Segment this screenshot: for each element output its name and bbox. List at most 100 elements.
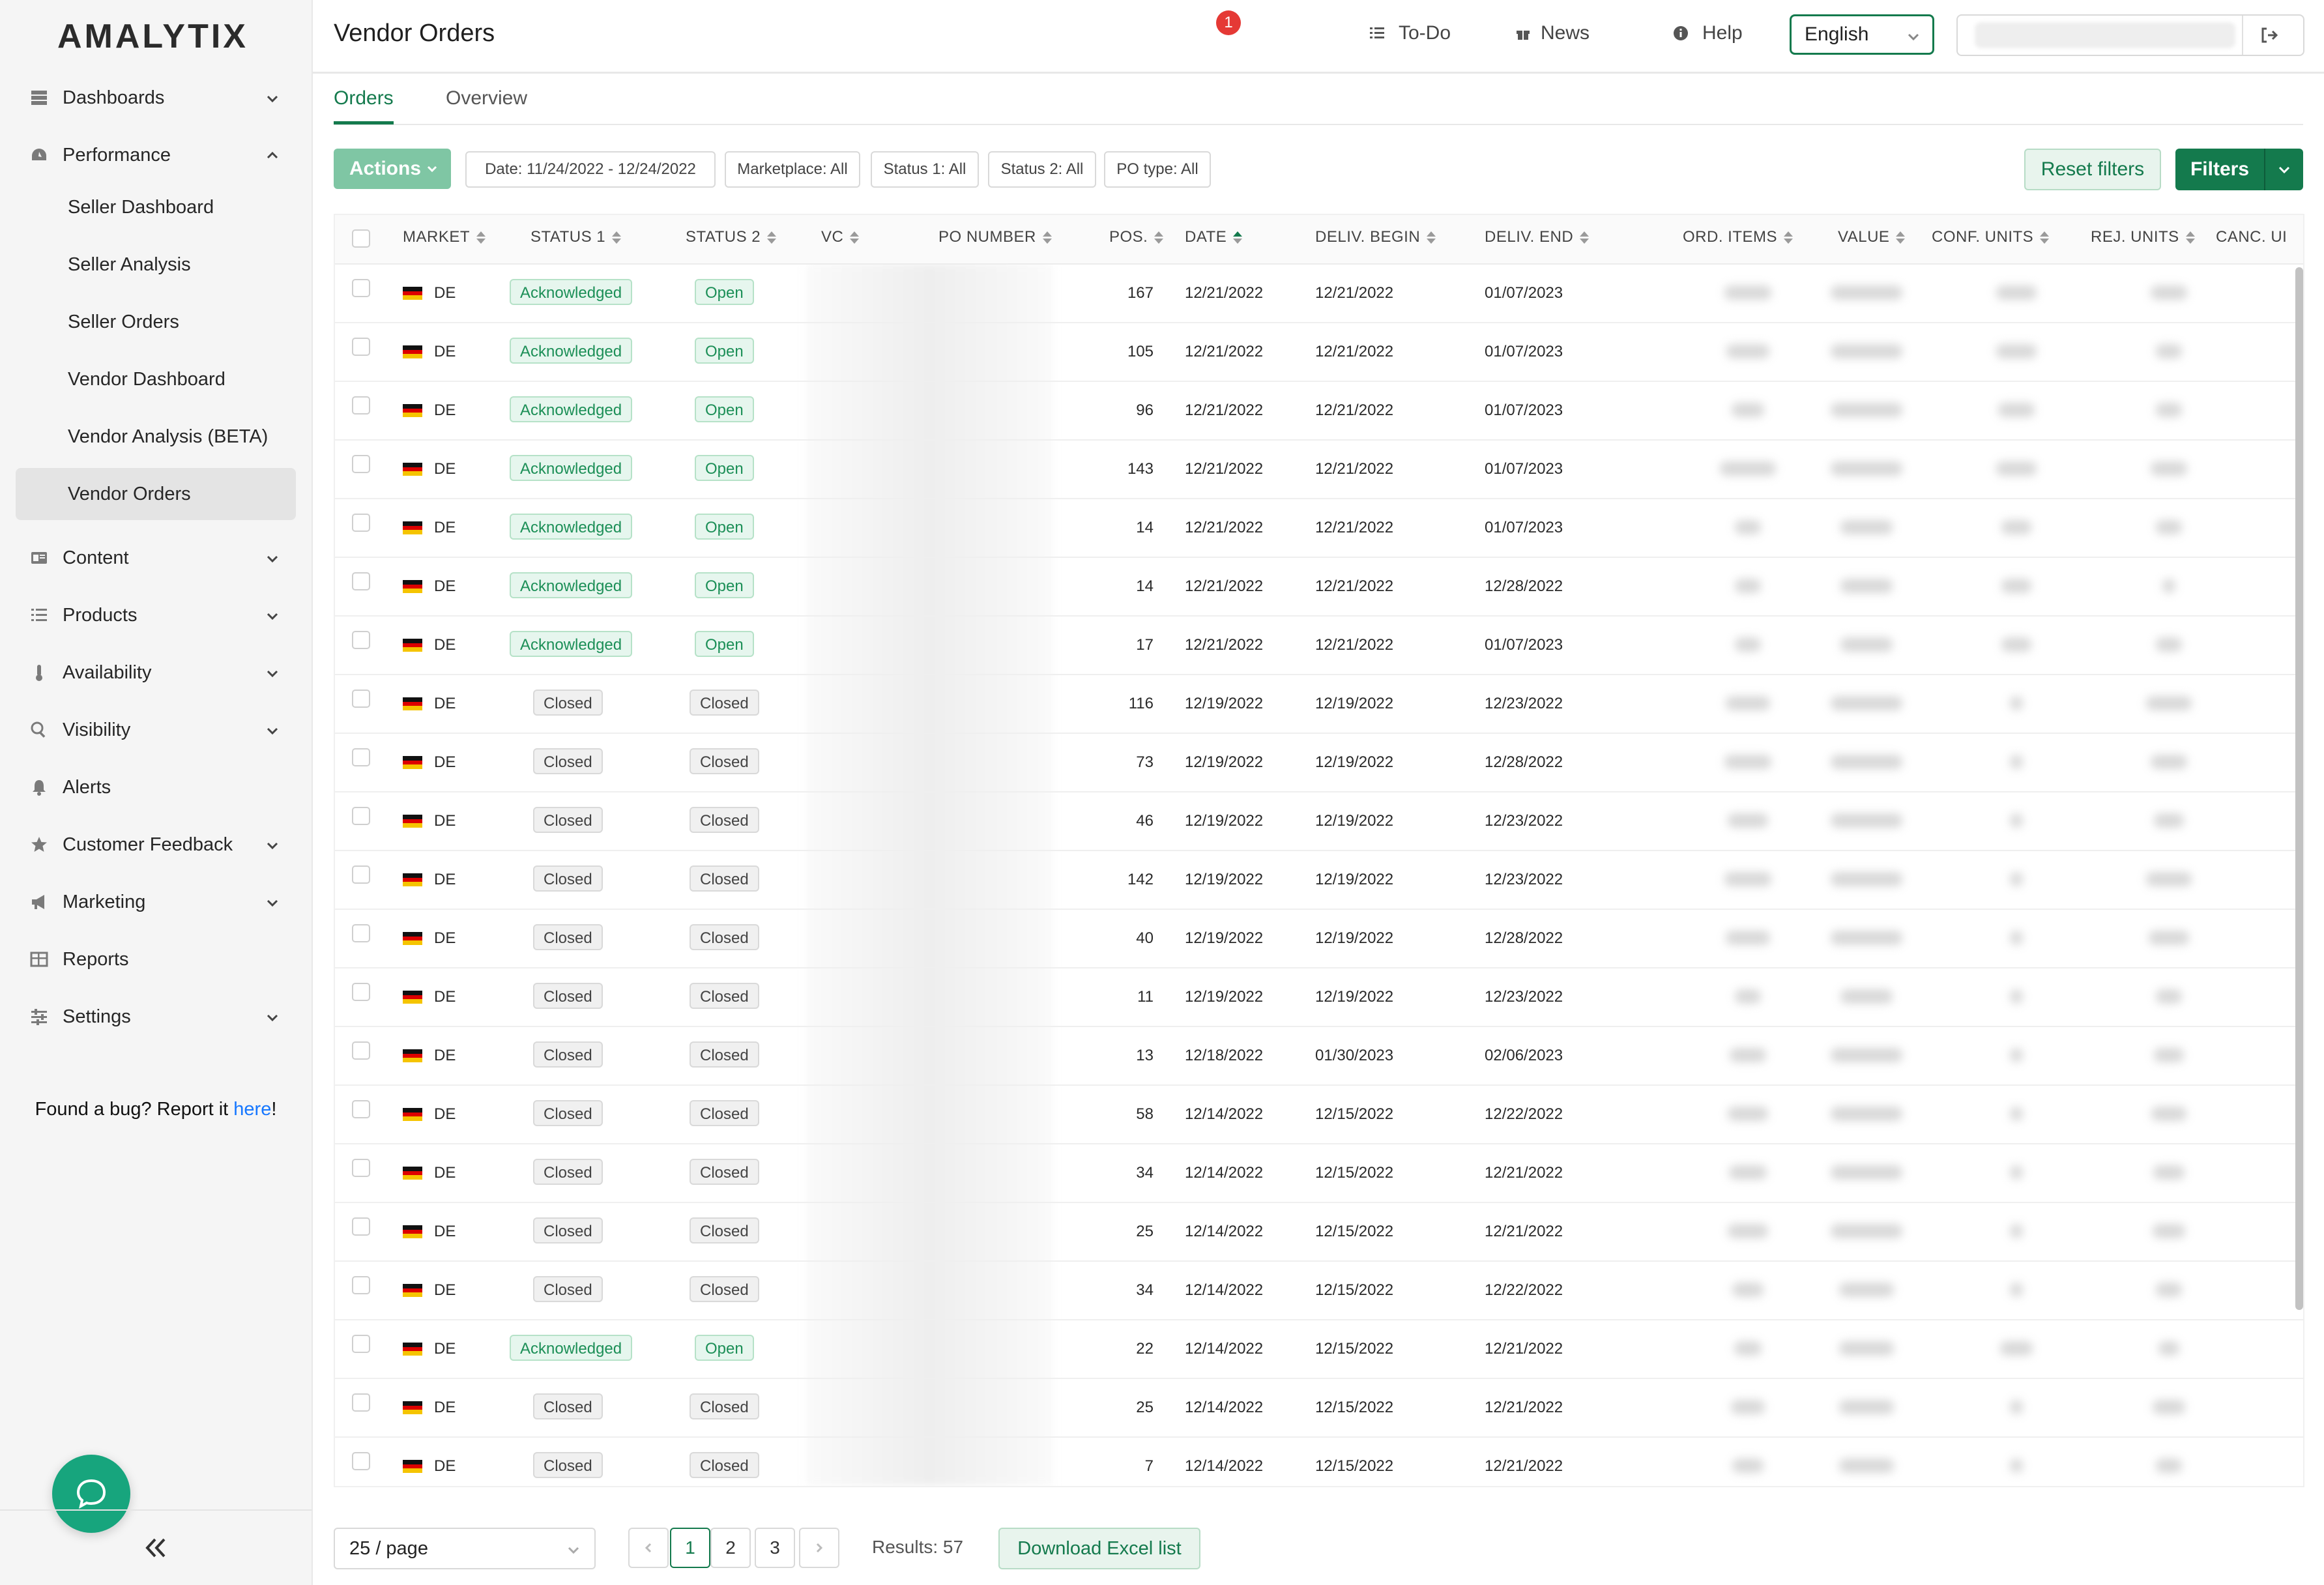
prev-page-button[interactable] — [628, 1528, 669, 1568]
row-checkbox[interactable] — [352, 983, 370, 1001]
status1-filter-chip[interactable]: Status 1: All — [871, 151, 979, 188]
sidebar-subitem-seller-dashboard[interactable]: Seller Dashboard — [16, 181, 296, 233]
download-excel-button[interactable]: Download Excel list — [998, 1528, 1200, 1569]
sort-icon[interactable] — [1233, 231, 1243, 244]
table-row[interactable]: DE Acknowledged Open 167 12/21/2022 12/21/202… — [335, 263, 2303, 323]
row-checkbox[interactable] — [352, 1041, 370, 1060]
table-row[interactable]: DE Acknowledged Open 14 12/21/2022 12/21/2022… — [335, 557, 2303, 617]
table-row[interactable]: DE Closed Closed 25 12/14/2022 12/15/2022 12/2… — [335, 1202, 2303, 1262]
table-row[interactable]: DE Closed Closed 40 12/19/2022 12/19/2022 12/2… — [335, 909, 2303, 968]
row-checkbox[interactable] — [352, 1217, 370, 1236]
table-row[interactable]: DE Closed Closed 7 12/14/2022 12/15/2022 12/21… — [335, 1436, 2303, 1486]
table-row[interactable]: DE Acknowledged Open 22 12/14/2022 12/15/2022… — [335, 1319, 2303, 1379]
po-type-filter-chip[interactable]: PO type: All — [1104, 151, 1211, 188]
sidebar-subitem-seller-analysis[interactable]: Seller Analysis — [16, 239, 296, 291]
sidebar-item-alerts[interactable]: Alerts — [0, 759, 312, 816]
sidebar-item-performance[interactable]: Performance — [0, 126, 312, 184]
vertical-scrollbar[interactable] — [2295, 267, 2303, 1310]
column-header-conf-units[interactable]: CONF. UNITS — [1932, 228, 2050, 246]
column-header-status-2[interactable]: STATUS 2 — [686, 228, 777, 246]
date-filter-chip[interactable]: Date: 11/24/2022 - 12/24/2022 — [465, 151, 716, 188]
sidebar-subitem-seller-orders[interactable]: Seller Orders — [16, 296, 296, 348]
row-checkbox[interactable] — [352, 1393, 370, 1412]
row-checkbox[interactable] — [352, 1159, 370, 1177]
table-row[interactable]: DE Closed Closed 46 12/19/2022 12/19/2022 12/2… — [335, 791, 2303, 851]
column-header-canc-ui[interactable]: CANC. UI — [2216, 228, 2287, 246]
sort-icon[interactable] — [1580, 231, 1590, 244]
row-checkbox[interactable] — [352, 455, 370, 473]
reset-filters-button[interactable]: Reset filters — [2024, 149, 2161, 190]
actions-button[interactable]: Actions — [334, 149, 451, 189]
sort-icon[interactable] — [1042, 231, 1052, 244]
row-checkbox[interactable] — [352, 338, 370, 356]
row-checkbox[interactable] — [352, 396, 370, 414]
column-header-deliv-end[interactable]: DELIV. END — [1485, 228, 1590, 246]
row-checkbox[interactable] — [352, 1335, 370, 1353]
page-button-3[interactable]: 3 — [755, 1528, 795, 1568]
tab-orders[interactable]: Orders — [334, 87, 394, 109]
sort-icon[interactable] — [1427, 231, 1436, 244]
status2-filter-chip[interactable]: Status 2: All — [988, 151, 1096, 188]
select-all-checkbox[interactable] — [352, 229, 370, 248]
bug-report-link[interactable]: here — [233, 1099, 271, 1120]
sort-icon[interactable] — [850, 231, 860, 244]
table-row[interactable]: DE Acknowledged Open 105 12/21/2022 12/21/202… — [335, 322, 2303, 382]
column-header-vc[interactable]: VC — [821, 228, 860, 246]
table-row[interactable]: DE Closed Closed 116 12/19/2022 12/19/2022 12/… — [335, 674, 2303, 734]
sidebar-item-visibility[interactable]: Visibility — [0, 701, 312, 759]
marketplace-filter-chip[interactable]: Marketplace: All — [725, 151, 860, 188]
table-row[interactable]: DE Closed Closed 58 12/14/2022 12/15/2022 12/2… — [335, 1084, 2303, 1144]
sort-icon[interactable] — [612, 231, 622, 244]
row-checkbox[interactable] — [352, 514, 370, 532]
sidebar-item-marketing[interactable]: Marketing — [0, 873, 312, 931]
column-header-date[interactable]: DATE — [1185, 228, 1243, 246]
next-page-button[interactable] — [799, 1528, 839, 1568]
table-row[interactable]: DE Acknowledged Open 14 12/21/2022 12/21/2022… — [335, 498, 2303, 558]
filters-button[interactable]: Filters — [2175, 149, 2303, 190]
column-header-status-1[interactable]: STATUS 1 — [530, 228, 622, 246]
table-row[interactable]: DE Acknowledged Open 96 12/21/2022 12/21/2022… — [335, 381, 2303, 441]
sidebar-item-dashboards[interactable]: Dashboards — [0, 69, 312, 126]
column-header-po-number[interactable]: PO NUMBER — [938, 228, 1052, 246]
table-row[interactable]: DE Closed Closed 13 12/18/2022 01/30/2023 02/0… — [335, 1026, 2303, 1086]
sort-icon[interactable] — [476, 231, 486, 244]
column-header-value[interactable]: VALUE — [1838, 228, 1906, 246]
user-account-box[interactable] — [1956, 14, 2304, 56]
sort-icon[interactable] — [1896, 231, 1906, 244]
table-row[interactable]: DE Acknowledged Open 17 12/21/2022 12/21/2022… — [335, 615, 2303, 675]
sidebar-item-products[interactable]: Products — [0, 587, 312, 644]
row-checkbox[interactable] — [352, 572, 370, 590]
sidebar-item-reports[interactable]: Reports — [0, 931, 312, 988]
help-link[interactable]: Help — [1672, 22, 1743, 44]
column-header-pos[interactable]: POS. — [1109, 228, 1164, 246]
sidebar-item-availability[interactable]: Availability — [0, 644, 312, 701]
column-header-market[interactable]: MARKET — [403, 228, 486, 246]
news-link[interactable]: News — [1515, 22, 1590, 44]
sidebar-item-customer-feedback[interactable]: Customer Feedback — [0, 816, 312, 873]
row-checkbox[interactable] — [352, 1452, 370, 1470]
table-row[interactable]: DE Closed Closed 142 12/19/2022 12/19/2022 12/… — [335, 850, 2303, 910]
sort-icon[interactable] — [767, 231, 777, 244]
row-checkbox[interactable] — [352, 807, 370, 825]
table-row[interactable]: DE Closed Closed 11 12/19/2022 12/19/2022 12/2… — [335, 967, 2303, 1027]
table-row[interactable]: DE Closed Closed 34 12/14/2022 12/15/2022 12/2… — [335, 1143, 2303, 1203]
sort-icon[interactable] — [1154, 231, 1164, 244]
page-button-1[interactable]: 1 — [670, 1528, 710, 1568]
page-button-2[interactable]: 2 — [710, 1528, 751, 1568]
table-row[interactable]: DE Acknowledged Open 143 12/21/2022 12/21/202… — [335, 439, 2303, 499]
row-checkbox[interactable] — [352, 279, 370, 297]
row-checkbox[interactable] — [352, 690, 370, 708]
tab-overview[interactable]: Overview — [446, 87, 527, 109]
page-size-select[interactable]: 25 / page — [334, 1528, 596, 1569]
language-select[interactable]: English — [1790, 14, 1934, 55]
sort-icon[interactable] — [2185, 231, 2195, 244]
row-checkbox[interactable] — [352, 1100, 370, 1118]
logout-icon[interactable] — [2259, 25, 2280, 46]
row-checkbox[interactable] — [352, 924, 370, 942]
todo-link[interactable]: To-Do — [1369, 22, 1451, 44]
sidebar-subitem-vendor-dashboard[interactable]: Vendor Dashboard — [16, 353, 296, 405]
collapse-sidebar-button[interactable] — [139, 1532, 172, 1564]
column-header-ord-items[interactable]: ORD. ITEMS — [1683, 228, 1794, 246]
row-checkbox[interactable] — [352, 631, 370, 649]
chevron-down-icon[interactable] — [2277, 162, 2291, 177]
